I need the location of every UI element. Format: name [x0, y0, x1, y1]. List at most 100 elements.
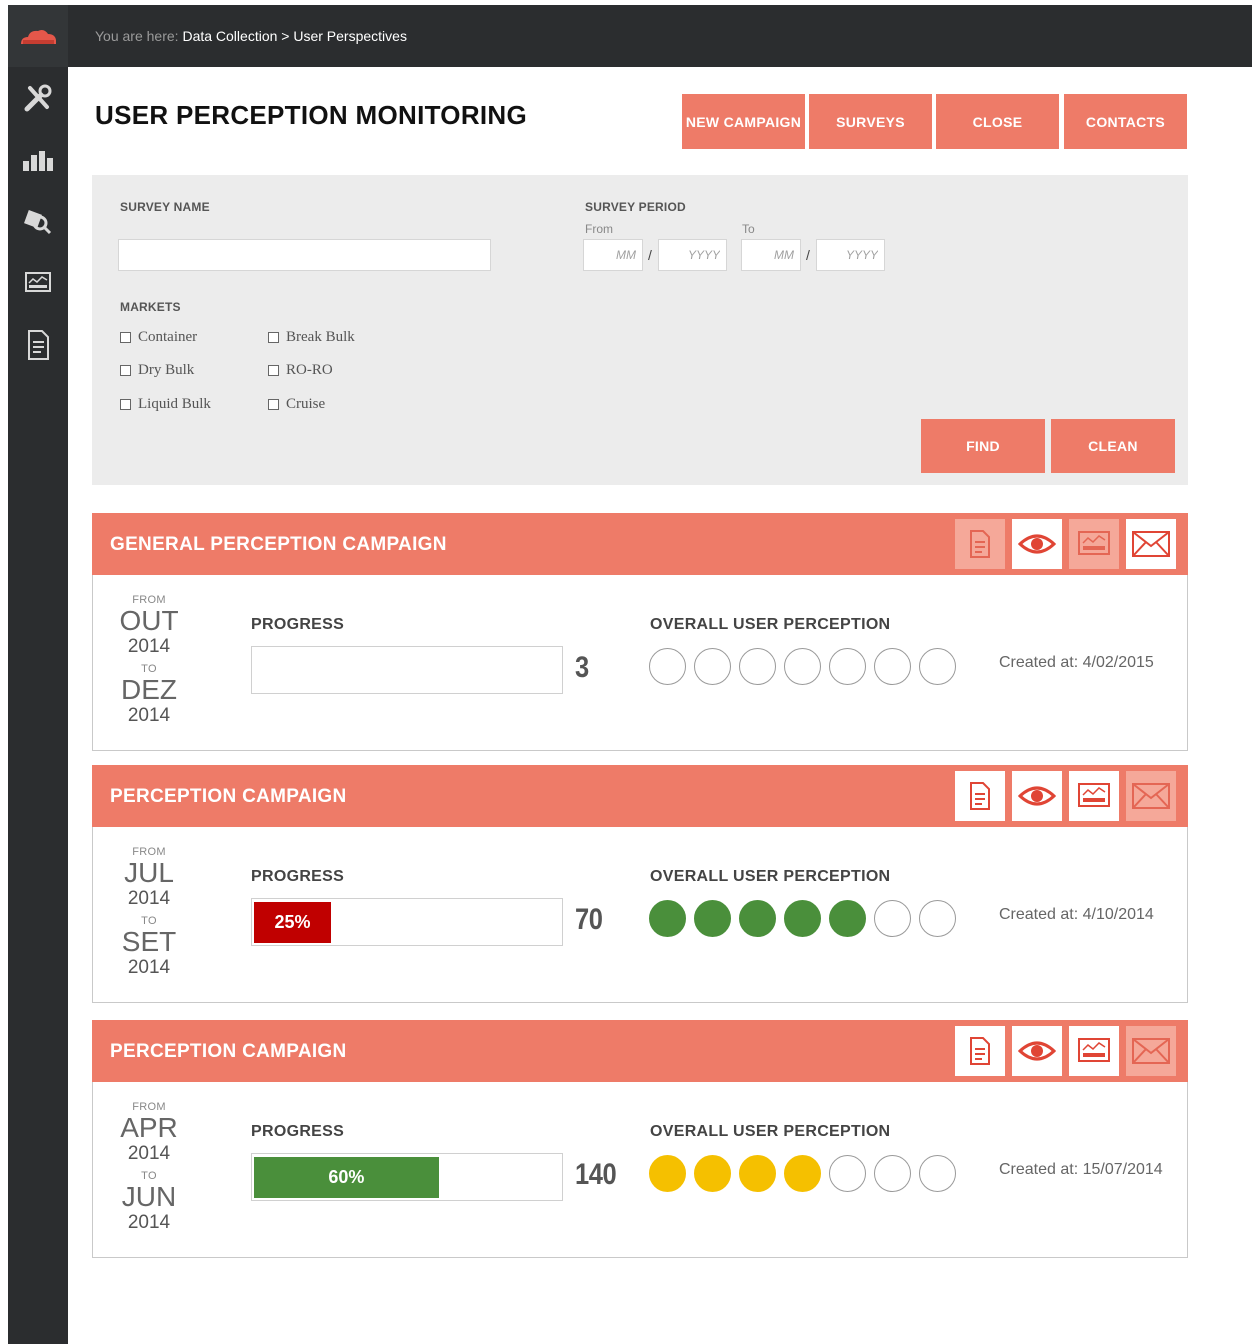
market-label: Container — [138, 329, 198, 345]
survey-name-label: SURVEY NAME — [120, 200, 210, 214]
campaign-title: PERCEPTION CAMPAIGN — [110, 1041, 347, 1062]
page-title: USER PERCEPTION MONITORING — [95, 100, 528, 130]
rating-dot-empty — [919, 648, 956, 685]
created-date: Created at: 15/07/2014 — [999, 1161, 1163, 1178]
campaign-report-button[interactable] — [955, 519, 1005, 569]
rating-dot-filled — [739, 1155, 776, 1192]
market-checkbox-break-bulk[interactable]: Break Bulk — [268, 329, 355, 346]
from-year: 2014 — [127, 636, 171, 657]
search-data-icon — [24, 210, 52, 235]
to-month-input[interactable] — [741, 239, 801, 271]
close-button[interactable]: CLOSE — [936, 94, 1059, 149]
campaign-dashboard-button[interactable] — [1069, 519, 1119, 569]
market-checkbox-ro-ro[interactable]: RO-RO — [268, 362, 333, 379]
breadcrumb: You are here: Data Collection > User Per… — [95, 28, 407, 44]
to-year-input[interactable] — [816, 239, 885, 271]
to-date-separator: / — [806, 247, 810, 263]
created-date: Created at: 4/10/2014 — [999, 906, 1154, 923]
nav-dashboard[interactable] — [8, 263, 68, 303]
rating-dot-empty — [874, 648, 911, 685]
campaign-email-button[interactable] — [1126, 771, 1176, 821]
nav-tools[interactable] — [8, 78, 68, 118]
document-icon — [970, 782, 990, 810]
market-checkbox-container[interactable]: Container — [120, 329, 197, 346]
campaign-period: FROM OUT 2014 TO DEZ 2014 — [109, 594, 189, 727]
nav-analysis[interactable] — [8, 201, 68, 241]
progress-fill: 60% — [254, 1157, 439, 1198]
market-checkbox-dry-bulk[interactable]: Dry Bulk — [120, 362, 194, 379]
market-label: Liquid Bulk — [138, 396, 211, 412]
find-button[interactable]: FIND — [921, 419, 1045, 473]
dashboard-icon — [1078, 1038, 1110, 1062]
campaign-email-button[interactable] — [1126, 519, 1176, 569]
progress-label: PROGRESS — [251, 1123, 345, 1140]
from-year: 2014 — [127, 1143, 171, 1164]
perception-label: OVERALL USER PERCEPTION — [650, 1123, 891, 1140]
rating-dot-empty — [739, 648, 776, 685]
market-checkbox-liquid-bulk[interactable]: Liquid Bulk — [120, 396, 211, 413]
surveys-button[interactable]: SURVEYS — [809, 94, 932, 149]
rating-dot-empty — [649, 648, 686, 685]
document-icon — [970, 1037, 990, 1065]
filter-panel: SURVEY NAME SURVEY PERIOD From To / / MA… — [92, 175, 1188, 485]
campaign-dashboard-button[interactable] — [1069, 771, 1119, 821]
campaign-view-button[interactable] — [1012, 519, 1062, 569]
breadcrumb-path[interactable]: Data Collection > User Perspectives — [182, 28, 407, 44]
campaign-header: GENERAL PERCEPTION CAMPAIGN — [92, 513, 1188, 575]
campaign-email-button[interactable] — [1126, 1026, 1176, 1076]
checkbox-square[interactable] — [268, 399, 279, 410]
logo[interactable] — [8, 5, 68, 67]
campaign-period: FROM APR 2014 TO JUN 2014 — [109, 1101, 189, 1234]
rating-dot-filled — [739, 900, 776, 937]
from-month-input[interactable] — [583, 239, 643, 271]
checkbox-square[interactable] — [268, 332, 279, 343]
campaign-card: PERCEPTION CAMPAIGN FROM JUL 2014 TO SET… — [92, 765, 1188, 1003]
campaign-report-button[interactable] — [955, 1026, 1005, 1076]
envelope-icon — [1132, 531, 1170, 557]
campaign-header: PERCEPTION CAMPAIGN — [92, 1020, 1188, 1082]
response-count: 140 — [575, 1158, 617, 1191]
to-year: 2014 — [127, 705, 171, 726]
rating-dot-empty — [784, 648, 821, 685]
campaign-card: PERCEPTION CAMPAIGN FROM APR 2014 TO JUN… — [92, 1020, 1188, 1258]
perception-label: OVERALL USER PERCEPTION — [650, 868, 891, 885]
progress-fill: 25% — [254, 902, 331, 943]
campaign-title: PERCEPTION CAMPAIGN — [110, 786, 347, 807]
checkbox-square[interactable] — [120, 332, 131, 343]
rating-dot-filled — [694, 900, 731, 937]
campaign-header: PERCEPTION CAMPAIGN — [92, 765, 1188, 827]
rating-dot-filled — [784, 1155, 821, 1192]
eye-icon — [1018, 534, 1056, 554]
clean-button[interactable]: CLEAN — [1051, 419, 1175, 473]
checkbox-square[interactable] — [120, 399, 131, 410]
campaign-view-button[interactable] — [1012, 771, 1062, 821]
dashboard-icon — [1078, 783, 1110, 807]
contacts-button[interactable]: CONTACTS — [1064, 94, 1187, 149]
campaign-dashboard-button[interactable] — [1069, 1026, 1119, 1076]
progress-bar: 25% — [251, 898, 563, 946]
market-label: RO-RO — [286, 362, 333, 378]
tools-icon — [24, 84, 52, 112]
from-year-input[interactable] — [658, 239, 727, 271]
market-label: Break Bulk — [286, 329, 355, 345]
campaign-view-button[interactable] — [1012, 1026, 1062, 1076]
dashboard-icon — [25, 272, 51, 292]
campaign-report-button[interactable] — [955, 771, 1005, 821]
to-label: To — [742, 222, 755, 236]
nav-statistics[interactable] — [8, 141, 68, 181]
rating-dot-empty — [829, 1155, 866, 1192]
breadcrumb-label: You are here: — [95, 28, 179, 44]
perception-rating — [649, 900, 956, 937]
to-month: DEZ — [121, 674, 177, 705]
nav-reports[interactable] — [8, 325, 68, 365]
eye-icon — [1018, 1041, 1056, 1061]
new-campaign-button[interactable]: NEW CAMPAIGN — [682, 94, 805, 149]
survey-name-input[interactable] — [118, 239, 491, 271]
checkbox-square[interactable] — [120, 365, 131, 376]
campaign-card: GENERAL PERCEPTION CAMPAIGN FROM OUT 201… — [92, 513, 1188, 751]
market-checkbox-cruise[interactable]: Cruise — [268, 396, 325, 413]
eye-icon — [1018, 786, 1056, 806]
response-count: 3 — [575, 651, 589, 684]
checkbox-square[interactable] — [268, 365, 279, 376]
progress-bar: 60% — [251, 1153, 563, 1201]
